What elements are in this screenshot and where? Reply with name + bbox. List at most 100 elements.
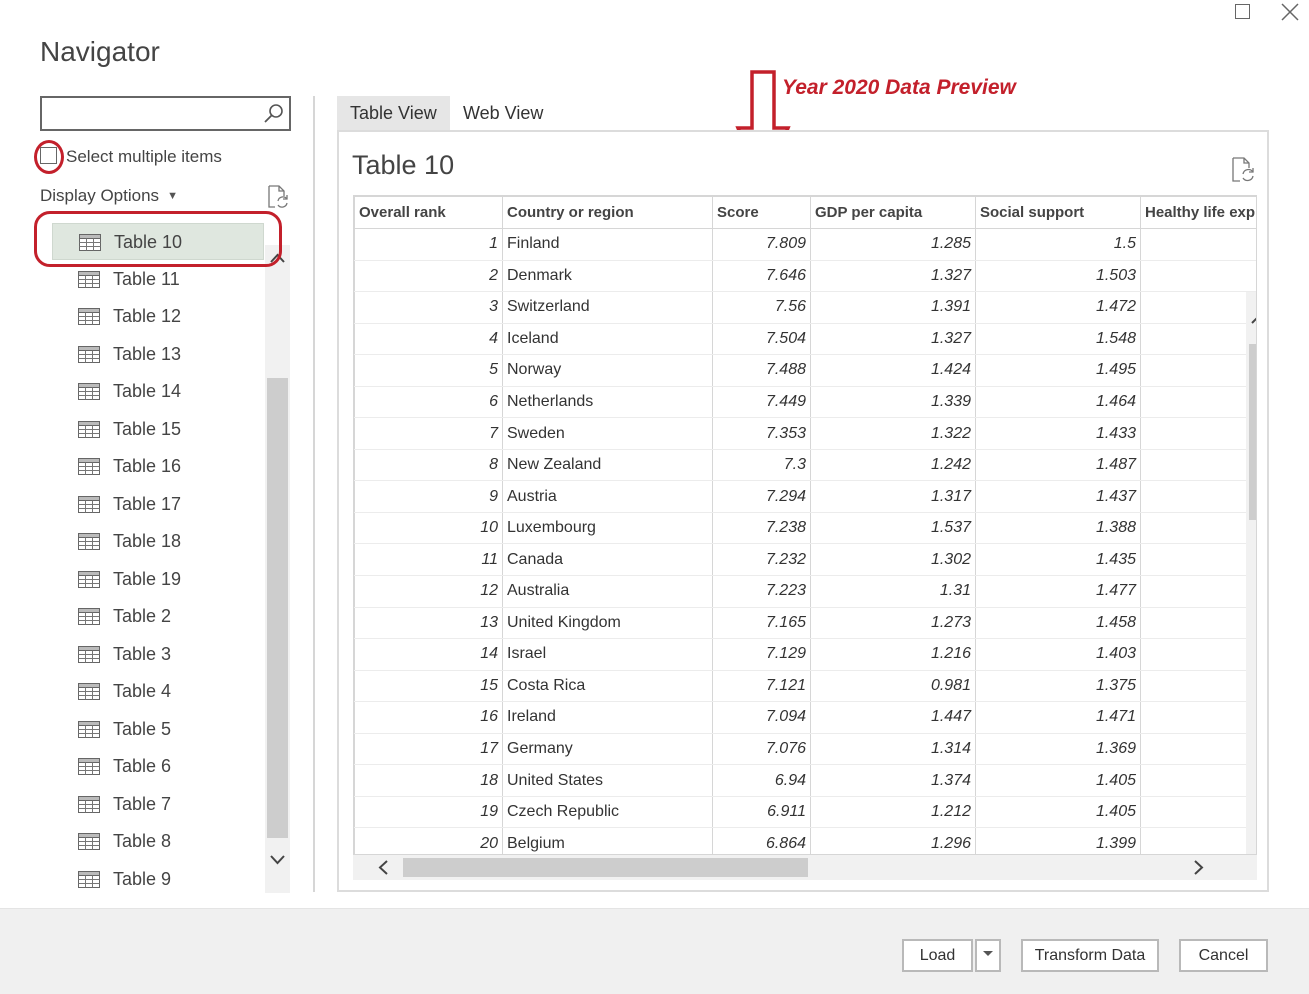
table-cell (1140, 386, 1256, 419)
table-cell: 14 (354, 638, 503, 671)
table-cell: 1.374 (810, 764, 976, 797)
nav-item-table[interactable]: Table 17 (52, 486, 264, 523)
nav-item-table[interactable]: Table 19 (52, 561, 264, 598)
close-button[interactable] (1270, 0, 1309, 26)
table-cell: 1.433 (975, 417, 1141, 450)
transform-data-button[interactable]: Transform Data (1021, 939, 1159, 972)
table-cell: 3 (354, 291, 503, 324)
pane-divider[interactable] (313, 96, 315, 892)
column-header[interactable]: Score (712, 196, 811, 229)
table-row[interactable]: 4 Iceland 7.504 1.327 1.548 (354, 323, 1256, 356)
table-icon (78, 533, 100, 550)
nav-item-table[interactable]: Table 8 (52, 823, 264, 860)
table-cell (1140, 354, 1256, 387)
tab-table-view[interactable]: Table View (337, 96, 450, 130)
table-row[interactable]: 18 United States 6.94 1.374 1.405 (354, 764, 1256, 797)
scroll-down-arrow-icon[interactable] (267, 849, 288, 869)
nav-item-table[interactable]: Table 6 (52, 748, 264, 785)
tab-web-view[interactable]: Web View (450, 96, 556, 130)
maximize-button[interactable] (1224, 0, 1264, 26)
scroll-up-arrow-icon[interactable] (267, 249, 288, 269)
nav-item-table[interactable]: Table 14 (52, 373, 264, 410)
display-options-dropdown[interactable]: Display Options ▼ (40, 186, 178, 206)
table-row[interactable]: 20 Belgium 6.864 1.296 1.399 (354, 827, 1256, 854)
table-row[interactable]: 9 Austria 7.294 1.317 1.437 (354, 480, 1256, 513)
table-row[interactable]: 13 United Kingdom 7.165 1.273 1.458 (354, 607, 1256, 640)
table-row[interactable]: 1 Finland 7.809 1.285 1.5 (354, 228, 1256, 261)
table-icon (78, 458, 100, 475)
table-cell: 1.403 (975, 638, 1141, 671)
nav-item-table[interactable]: Table 15 (52, 411, 264, 448)
nav-item-table[interactable]: Table 12 (52, 298, 264, 335)
table-cell: 1.302 (810, 543, 976, 577)
table-cell (1140, 670, 1256, 703)
nav-item-table[interactable]: Table 7 (52, 786, 264, 823)
table-row[interactable]: 6 Netherlands 7.449 1.339 1.464 (354, 386, 1256, 419)
table-row[interactable]: 5 Norway 7.488 1.424 1.495 (354, 354, 1256, 387)
nav-item-table[interactable]: Table 16 (52, 448, 264, 485)
nav-item-table[interactable]: Table 18 (52, 523, 264, 560)
table-cell: 1.285 (810, 228, 976, 261)
scroll-left-arrow-icon[interactable] (374, 858, 394, 877)
refresh-icon[interactable] (264, 184, 290, 210)
scroll-right-arrow-icon[interactable] (1188, 858, 1208, 877)
left-scrollbar-thumb[interactable] (267, 378, 288, 838)
table-cell: 1 (354, 228, 503, 261)
load-options-dropdown[interactable] (975, 939, 1001, 972)
column-header[interactable]: GDP per capita (810, 196, 976, 229)
table-cell: 1.471 (975, 701, 1141, 734)
table-row[interactable]: 11 Canada 7.232 1.302 1.435 (354, 543, 1256, 577)
nav-item-table[interactable]: Table 9 (52, 861, 264, 895)
table-row[interactable]: 14 Israel 7.129 1.216 1.403 (354, 638, 1256, 671)
cancel-button[interactable]: Cancel (1179, 939, 1268, 972)
left-vertical-scrollbar[interactable] (265, 245, 290, 893)
table-cell (1140, 449, 1256, 482)
table-cell: 7.238 (712, 512, 811, 545)
table-icon (78, 758, 100, 775)
column-header[interactable]: Healthy life exp (1140, 196, 1256, 229)
table-row[interactable]: 19 Czech Republic 6.911 1.212 1.405 (354, 796, 1256, 829)
table-row[interactable]: 15 Costa Rica 7.121 0.981 1.375 (354, 670, 1256, 703)
table-row[interactable]: 16 Ireland 7.094 1.447 1.471 (354, 701, 1256, 734)
grid-hscroll-thumb[interactable] (403, 858, 808, 877)
nav-item-table[interactable]: Table 5 (52, 711, 264, 748)
load-button[interactable]: Load (902, 939, 973, 972)
table-cell: 1.495 (975, 354, 1141, 387)
column-header[interactable]: Overall rank (354, 196, 503, 229)
nav-item-table[interactable]: Table 3 (52, 636, 264, 673)
refresh-preview-icon[interactable] (1228, 156, 1256, 184)
grid-horizontal-scrollbar[interactable] (353, 855, 1257, 880)
grid-vertical-scrollbar[interactable] (1246, 292, 1257, 854)
nav-item-table[interactable]: Table 2 (52, 598, 264, 635)
table-row[interactable]: 7 Sweden 7.353 1.322 1.433 (354, 417, 1256, 450)
search-input[interactable] (42, 98, 252, 129)
table-row[interactable]: 10 Luxembourg 7.238 1.537 1.388 (354, 512, 1256, 545)
table-row[interactable]: 8 New Zealand 7.3 1.242 1.487 (354, 449, 1256, 482)
grid-vscroll-thumb[interactable] (1249, 344, 1256, 520)
table-row[interactable]: 12 Australia 7.223 1.31 1.477 (354, 575, 1256, 608)
column-header[interactable]: Country or region (502, 196, 713, 229)
table-row[interactable]: 2 Denmark 7.646 1.327 1.503 (354, 260, 1256, 293)
column-header[interactable]: Social support (975, 196, 1141, 229)
nav-item-table[interactable]: Table 10 (52, 223, 264, 260)
nav-item-table[interactable]: Table 13 (52, 336, 264, 373)
table-icon (78, 870, 100, 888)
nav-item-label: Table 15 (113, 418, 182, 439)
table-cell: 1.31 (810, 575, 976, 608)
table-row[interactable]: 3 Switzerland 7.56 1.391 1.472 (354, 291, 1256, 324)
search-field[interactable] (40, 96, 291, 131)
table-cell: 7 (354, 417, 503, 450)
table-cell (1140, 543, 1256, 577)
table-cell: 5 (354, 354, 503, 387)
table-cell: 1.447 (810, 701, 976, 734)
select-multiple-checkbox[interactable] (40, 147, 57, 164)
table-cell: Finland (502, 228, 713, 261)
nav-item-table[interactable]: Table 4 (52, 673, 264, 710)
nav-item-table[interactable]: Table 11 (52, 261, 264, 298)
nav-item-label: Table 9 (113, 868, 172, 889)
scroll-up-arrow-icon[interactable] (1249, 310, 1257, 330)
search-icon[interactable] (263, 103, 285, 125)
table-cell: 1.216 (810, 638, 976, 671)
table-row[interactable]: 17 Germany 7.076 1.314 1.369 (354, 733, 1256, 766)
data-grid[interactable]: Overall rank Country or region Score GDP pe… (353, 195, 1257, 855)
